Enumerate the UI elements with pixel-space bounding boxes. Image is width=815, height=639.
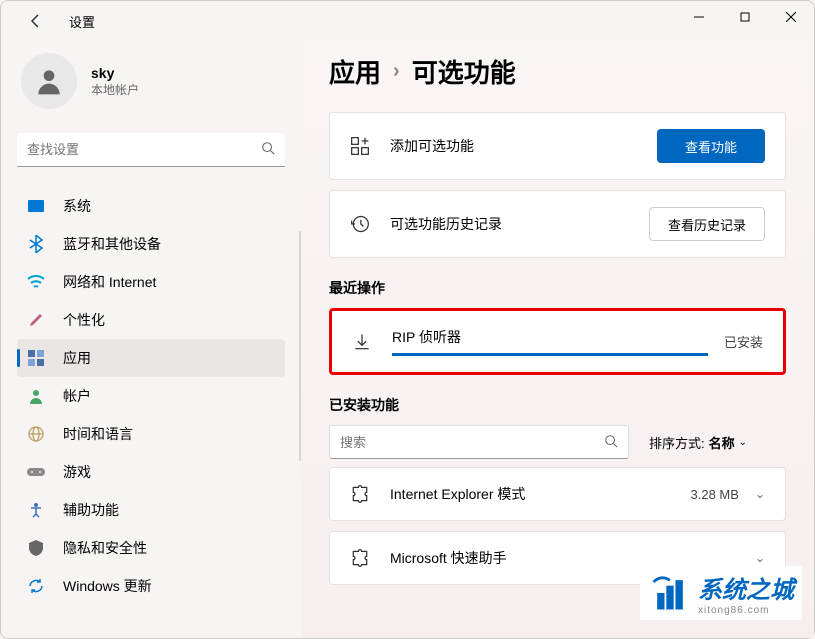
- search-icon: [261, 141, 275, 158]
- user-subtitle: 本地帐户: [91, 81, 139, 98]
- download-icon: [352, 332, 372, 352]
- globe-icon: [27, 425, 45, 443]
- avatar: [21, 53, 77, 109]
- feature-size: 3.28 MB: [691, 487, 739, 502]
- sidebar-item-shield[interactable]: 隐私和安全性: [17, 529, 285, 567]
- recent-label: 最近操作: [329, 278, 786, 298]
- wifi-icon: [27, 273, 45, 291]
- search-icon: [604, 434, 618, 451]
- sidebar-item-update[interactable]: Windows 更新: [17, 567, 285, 605]
- view-history-button[interactable]: 查看历史记录: [649, 207, 765, 241]
- sidebar-item-person[interactable]: 帐户: [17, 377, 285, 415]
- close-button[interactable]: [768, 1, 814, 33]
- user-block[interactable]: sky 本地帐户: [17, 49, 285, 113]
- apps-icon: [27, 349, 45, 367]
- watermark-sub: xitong86.com: [698, 605, 794, 616]
- recent-item-name: RIP 侦听器: [392, 327, 708, 347]
- history-title: 可选功能历史记录: [390, 214, 649, 234]
- recent-item-card[interactable]: RIP 侦听器 已安装: [329, 308, 786, 375]
- sidebar-item-bluetooth[interactable]: 蓝牙和其他设备: [17, 225, 285, 263]
- grid-plus-icon: [350, 136, 370, 156]
- accessibility-icon: [27, 501, 45, 519]
- view-features-button[interactable]: 查看功能: [657, 129, 765, 163]
- sidebar-item-globe[interactable]: 时间和语言: [17, 415, 285, 453]
- sidebar-item-label: 帐户: [63, 386, 91, 406]
- add-feature-title: 添加可选功能: [390, 136, 657, 156]
- installed-search-box[interactable]: [329, 425, 629, 459]
- sidebar-item-gamepad[interactable]: 游戏: [17, 453, 285, 491]
- watermark-logo-icon: [648, 571, 692, 615]
- chevron-down-icon: ⌄: [739, 437, 747, 448]
- add-feature-card: 添加可选功能 查看功能: [329, 112, 786, 180]
- sort-value: 名称: [709, 433, 735, 452]
- back-button[interactable]: [21, 6, 51, 36]
- chevron-down-icon: ⌄: [755, 551, 765, 565]
- sort-dropdown[interactable]: 排序方式: 名称 ⌄: [649, 433, 747, 452]
- gamepad-icon: [27, 463, 45, 481]
- sidebar-item-apps[interactable]: 应用: [17, 339, 285, 377]
- history-card: 可选功能历史记录 查看历史记录: [329, 190, 786, 258]
- monitor-icon: [27, 197, 45, 215]
- sidebar-item-label: Windows 更新: [63, 576, 152, 596]
- search-box[interactable]: [17, 133, 285, 167]
- minimize-button[interactable]: [676, 1, 722, 33]
- sidebar-item-label: 系统: [63, 196, 91, 216]
- feature-name: Microsoft 快速助手: [390, 548, 755, 568]
- shield-icon: [27, 539, 45, 557]
- puzzle-icon: [350, 548, 370, 568]
- bluetooth-icon: [27, 235, 45, 253]
- sidebar-item-label: 辅助功能: [63, 500, 119, 520]
- watermark-text: 系统之城: [698, 570, 794, 605]
- sort-label: 排序方式:: [649, 433, 705, 452]
- sidebar-scrollbar[interactable]: [299, 231, 301, 461]
- sidebar-item-label: 个性化: [63, 310, 105, 330]
- chevron-down-icon: ⌄: [755, 487, 765, 501]
- feature-row[interactable]: Internet Explorer 模式3.28 MB ⌄: [329, 467, 786, 521]
- installed-label: 已安装功能: [329, 395, 786, 415]
- sidebar-item-wifi[interactable]: 网络和 Internet: [17, 263, 285, 301]
- recent-item-status: 已安装: [724, 332, 763, 351]
- window-title: 设置: [69, 12, 95, 31]
- feature-name: Internet Explorer 模式: [390, 484, 691, 504]
- sidebar-item-accessibility[interactable]: 辅助功能: [17, 491, 285, 529]
- sidebar-item-label: 蓝牙和其他设备: [63, 234, 161, 254]
- brush-icon: [27, 311, 45, 329]
- sidebar-item-label: 时间和语言: [63, 424, 133, 444]
- user-name: sky: [91, 65, 139, 81]
- watermark: 系统之城 xitong86.com: [640, 566, 802, 620]
- breadcrumb-current: 可选功能: [412, 53, 516, 90]
- breadcrumb-separator: ›: [393, 60, 400, 83]
- search-input[interactable]: [27, 142, 261, 157]
- breadcrumb-parent[interactable]: 应用: [329, 53, 381, 90]
- installed-search-input[interactable]: [340, 435, 604, 450]
- update-icon: [27, 577, 45, 595]
- breadcrumb: 应用 › 可选功能: [329, 53, 786, 90]
- sidebar-item-label: 网络和 Internet: [63, 272, 156, 292]
- recent-progress-bar: [392, 353, 708, 356]
- sidebar-item-monitor[interactable]: 系统: [17, 187, 285, 225]
- sidebar-item-brush[interactable]: 个性化: [17, 301, 285, 339]
- sidebar-item-label: 游戏: [63, 462, 91, 482]
- puzzle-icon: [350, 484, 370, 504]
- history-icon: [350, 214, 370, 234]
- sidebar-item-label: 隐私和安全性: [63, 538, 147, 558]
- sidebar-item-label: 应用: [63, 348, 91, 368]
- maximize-button[interactable]: [722, 1, 768, 33]
- person-icon: [27, 387, 45, 405]
